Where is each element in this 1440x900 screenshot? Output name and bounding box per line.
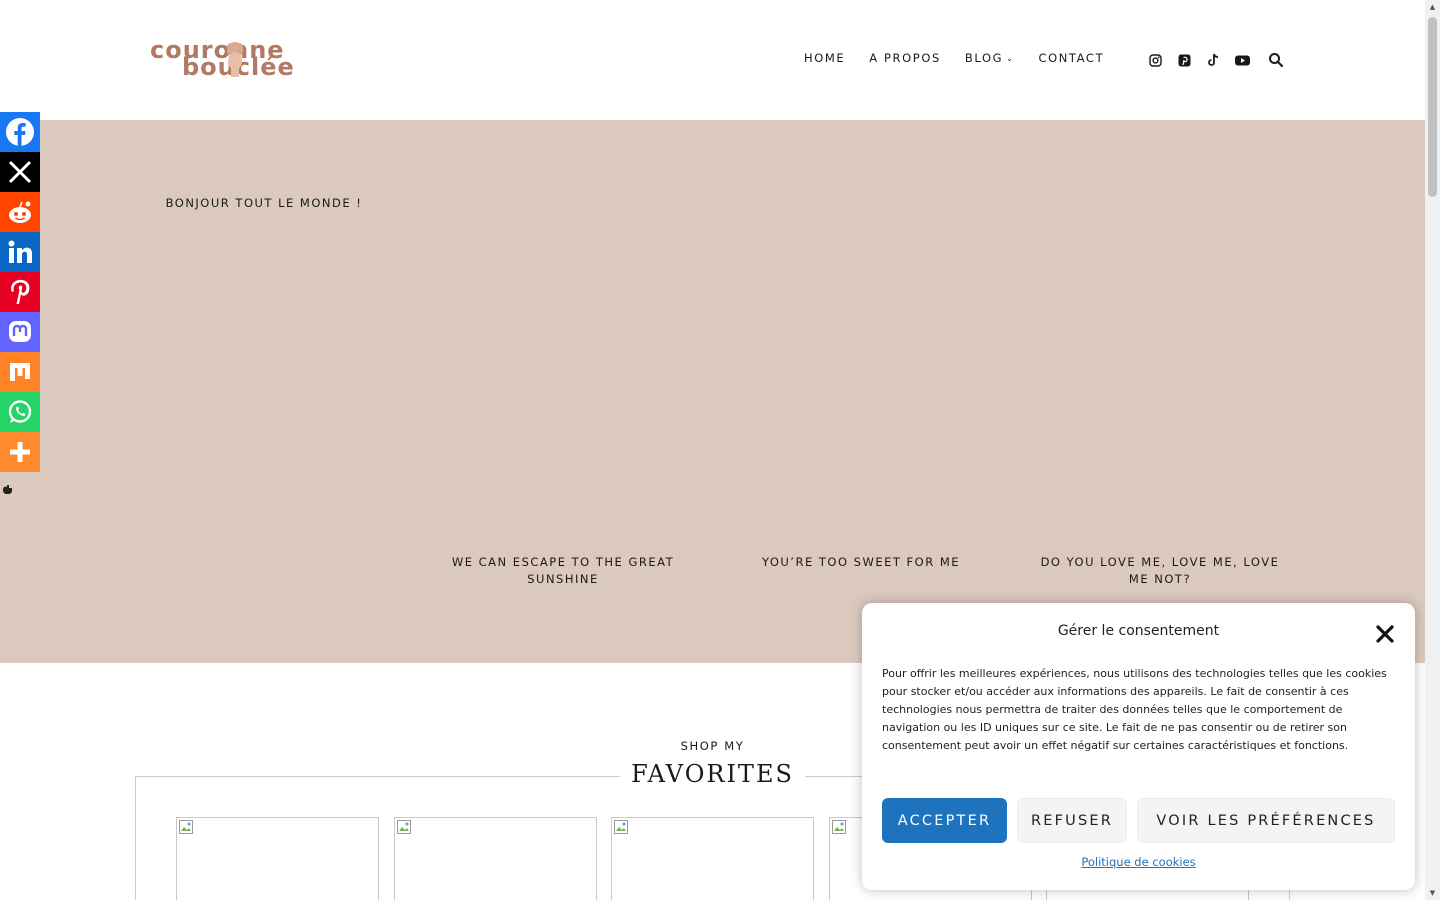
- cookie-dialog-title: Gérer le consentement: [1057, 623, 1220, 639]
- hero-section: BONJOUR TOUT LE MONDE ! WE CAN ESCAPE TO…: [0, 120, 1425, 663]
- site-logo[interactable]: couronne bouclée: [150, 38, 326, 80]
- cookie-consent-dialog: Gérer le consentement Pour offrir les me…: [862, 603, 1415, 890]
- view-preferences-button[interactable]: VOIR LES PRÉFÉRENCES: [1137, 798, 1395, 843]
- hide-share-bar-icon[interactable]: [2, 483, 14, 495]
- product-card[interactable]: [394, 817, 597, 900]
- reddit-icon: [9, 201, 31, 223]
- cookie-policy-link[interactable]: Politique de cookies: [862, 855, 1415, 869]
- linkedin-icon: [8, 240, 32, 263]
- mastodon-icon: [9, 321, 31, 342]
- facebook-share-button[interactable]: [0, 112, 40, 152]
- instagram-icon[interactable]: [1147, 52, 1163, 68]
- reddit-share-button[interactable]: [0, 192, 40, 232]
- cookie-dialog-message: Pour offrir les meilleures expériences, …: [882, 667, 1387, 752]
- logo-silhouette-icon: [227, 42, 243, 77]
- product-card[interactable]: [176, 817, 379, 900]
- broken-image-icon: [179, 820, 193, 834]
- more-share-button[interactable]: [0, 432, 40, 472]
- mix-share-button[interactable]: [0, 352, 40, 392]
- refuse-button[interactable]: REFUSER: [1017, 798, 1127, 843]
- more-icon: [10, 442, 30, 462]
- nav-item-blog[interactable]: BLOG ⌄: [965, 51, 1015, 65]
- header-social-links: [1147, 52, 1250, 68]
- linkedin-share-button[interactable]: [0, 232, 40, 272]
- nav-label: BLOG: [964, 51, 1004, 65]
- facebook-icon: [6, 118, 34, 146]
- close-icon[interactable]: [1374, 623, 1396, 645]
- nav-label: A PROPOS: [869, 51, 941, 65]
- whatsapp-share-button[interactable]: [0, 392, 40, 432]
- nav-item-contact[interactable]: CONTACT: [1038, 51, 1104, 65]
- scrollbar-thumb[interactable]: [1428, 17, 1437, 197]
- pinterest-icon: [11, 279, 30, 304]
- nav-label: HOME: [804, 51, 846, 65]
- post-title-2[interactable]: YOU’RE TOO SWEET FOR ME: [741, 554, 981, 571]
- chevron-down-icon: ⌄: [1006, 53, 1015, 63]
- x-icon: [8, 160, 32, 184]
- pinterest-icon[interactable]: [1176, 52, 1192, 68]
- post-title-3[interactable]: DO YOU LOVE ME, LOVE ME, LOVE ME NOT?: [1038, 554, 1282, 588]
- nav-item-a-propos[interactable]: A PROPOS: [869, 51, 941, 65]
- mastodon-share-button[interactable]: [0, 312, 40, 352]
- whatsapp-icon: [8, 400, 32, 423]
- mix-icon: [10, 363, 30, 381]
- site-header: couronne bouclée HOME A PROPOS BLOG⌄ CON…: [0, 0, 1425, 120]
- social-share-bar: [0, 112, 40, 472]
- youtube-icon[interactable]: [1234, 52, 1250, 68]
- pinterest-share-button[interactable]: [0, 272, 40, 312]
- page-scrollbar[interactable]: ▲ ▼: [1425, 0, 1440, 900]
- broken-image-icon: [832, 820, 846, 834]
- featured-post-title[interactable]: BONJOUR TOUT LE MONDE !: [154, 195, 374, 212]
- search-icon[interactable]: [1268, 52, 1284, 68]
- product-card[interactable]: [611, 817, 814, 900]
- accept-button[interactable]: ACCEPTER: [882, 798, 1007, 843]
- x-share-button[interactable]: [0, 152, 40, 192]
- scroll-up-arrow-icon[interactable]: ▲: [1428, 2, 1437, 12]
- broken-image-icon: [614, 820, 628, 834]
- scroll-down-arrow-icon[interactable]: ▼: [1428, 888, 1437, 898]
- nav-item-home[interactable]: HOME: [804, 51, 845, 65]
- tiktok-icon[interactable]: [1205, 52, 1221, 68]
- broken-image-icon: [397, 820, 411, 834]
- main-nav: HOME A PROPOS BLOG ⌄ CONTACT: [804, 51, 1128, 65]
- post-title-1[interactable]: WE CAN ESCAPE TO THE GREAT SUNSHINE: [443, 554, 683, 588]
- nav-label: CONTACT: [1038, 51, 1105, 65]
